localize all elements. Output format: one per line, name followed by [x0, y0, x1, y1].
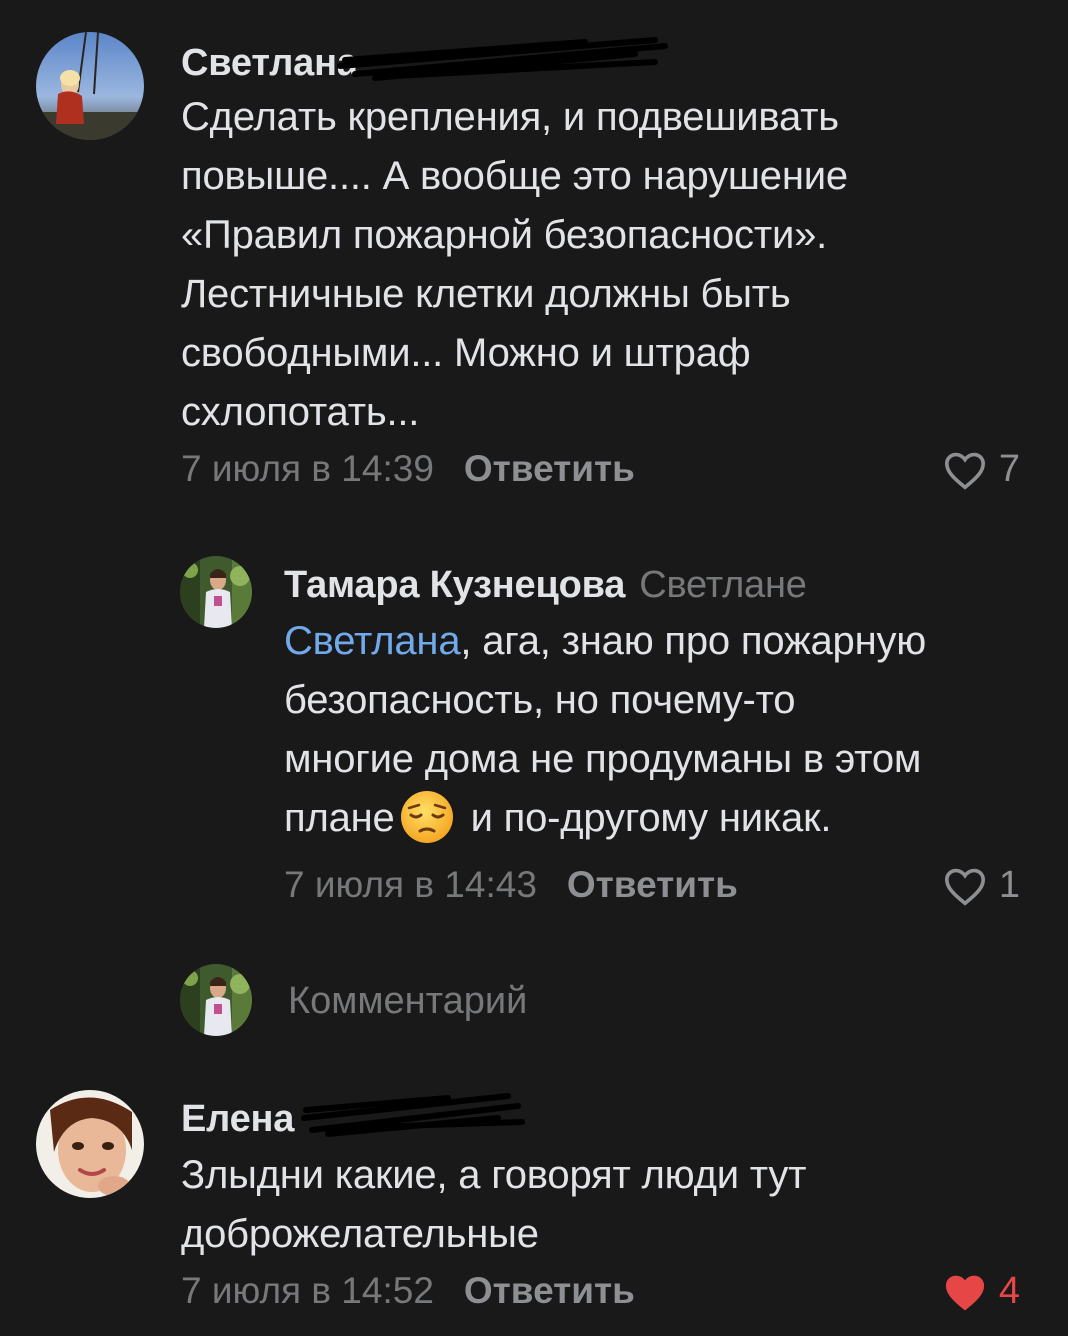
- like-count: 4: [998, 1270, 1020, 1312]
- avatar-current-user: [180, 964, 252, 1036]
- like-button[interactable]: 1: [943, 864, 1020, 907]
- comment-author: Тамара Кузнецова Светлане: [284, 564, 807, 607]
- comment-text-line: повыше.... А вообще это нарушение: [181, 154, 848, 198]
- comment-date: 7 июля в 14:43: [284, 864, 537, 905]
- heart-filled-icon: [945, 1275, 984, 1310]
- reply-button[interactable]: Ответить: [464, 1270, 635, 1311]
- comment-text-line: «Правил пожарной безопасности».: [181, 213, 828, 257]
- avatar-tamara[interactable]: [180, 556, 252, 628]
- like-count: 1: [998, 864, 1020, 906]
- reply-button[interactable]: Ответить: [567, 864, 738, 905]
- comment-text-line: безопасность, но почему-то: [284, 678, 796, 722]
- mention-link[interactable]: Светлана: [284, 619, 461, 663]
- comment-text-line: схлопотать...: [181, 390, 420, 434]
- comment-author[interactable]: Елена: [181, 1098, 294, 1141]
- comment-meta: 7 июля в 14:52 Ответить: [181, 1270, 635, 1312]
- like-count: 7: [998, 448, 1020, 490]
- comment-text-line: Лестничные клетки должны быть: [181, 272, 791, 316]
- pensive-face-emoji: [400, 791, 453, 843]
- comment-text-line: свободными... Можно и штраф: [181, 331, 751, 375]
- comment-text-line: Светлана, ага, знаю про пожарную: [284, 612, 926, 671]
- comment-text: Злыдни какие, а говорят люди тут доброже…: [181, 1146, 806, 1264]
- comment-date: 7 июля в 14:39: [181, 448, 434, 489]
- avatar-svetlana[interactable]: [36, 32, 144, 140]
- heart-outline-icon: [944, 452, 985, 490]
- comment-text-fragment: , ага, знаю про пожарную: [460, 619, 927, 663]
- comment-text-fragment: плане: [284, 796, 395, 840]
- comment-meta: 7 июля в 14:39 Ответить: [181, 448, 635, 490]
- comment-text-fragment: и по-другому никак.: [470, 796, 832, 840]
- like-button[interactable]: 4: [943, 1270, 1020, 1313]
- like-button[interactable]: 7: [943, 448, 1020, 491]
- redaction-scribble: [301, 1093, 525, 1137]
- comment-text-line: Злыдни какие, а говорят люди тут: [181, 1153, 807, 1197]
- heart-outline-icon: [944, 868, 985, 906]
- reply-button[interactable]: Ответить: [464, 448, 635, 489]
- comment-text: Сделать крепления, и подвешивать повыше.…: [181, 88, 848, 442]
- comment-text-line: многие дома не продуманы в этом: [284, 737, 922, 781]
- comment-meta: 7 июля в 14:43 Ответить: [284, 864, 738, 906]
- comment-date: 7 июля в 14:52: [181, 1270, 434, 1311]
- comment-input[interactable]: Комментарий: [288, 980, 527, 1023]
- comment-author-name[interactable]: Тамара Кузнецова: [284, 564, 625, 606]
- comment-author[interactable]: Светлана: [181, 42, 358, 85]
- avatar-elena[interactable]: [36, 1090, 144, 1198]
- redaction-scribble: [337, 37, 668, 81]
- reply-to-label[interactable]: Светлане: [639, 564, 807, 606]
- comment-text-line: Сделать крепления, и подвешивать: [181, 95, 839, 139]
- comment-text-line: доброжелательные: [181, 1212, 539, 1256]
- comment-text: Светлана, ага, знаю про пожарную безопас…: [284, 612, 926, 848]
- comment-text-line: плане и по-другому никак.: [284, 789, 926, 848]
